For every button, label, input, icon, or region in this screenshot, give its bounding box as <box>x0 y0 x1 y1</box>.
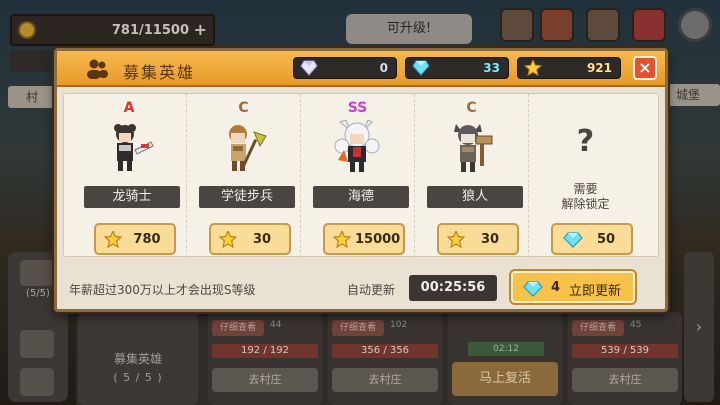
star-counter: 921 <box>517 57 621 79</box>
revive-timer: 02:12 <box>468 342 544 356</box>
recruit-card-count: ( 5 / 5 ) <box>113 371 163 384</box>
star-icon <box>219 231 237 248</box>
star-icon <box>333 231 351 248</box>
village-sign-left: 村 <box>8 86 56 108</box>
auto-refresh-label: 自动更新 <box>347 283 396 297</box>
recruit-hero-card[interactable]: 募集英雄 ( 5 / 5 ) <box>78 312 198 405</box>
hero-card[interactable]: C 学徒步兵 30 <box>186 94 300 258</box>
recruit-cost: 780 <box>133 232 161 247</box>
detail-button[interactable]: 仔细查看 <box>572 320 624 336</box>
recruit-button[interactable]: 780 <box>94 223 176 255</box>
hero-card[interactable]: C 狼人 30 <box>414 94 528 258</box>
hero-grade: SS <box>347 100 368 116</box>
recruit-hero-dialog: 募集英雄 0 33 921 × A 龙骑士 780 C 学徒步兵 30 SS 海… <box>54 48 668 312</box>
star-value: 921 <box>586 61 612 75</box>
go-village-button[interactable]: 去村庄 <box>332 368 438 392</box>
recruit-button[interactable]: 30 <box>437 223 519 255</box>
coin-icon <box>18 21 36 39</box>
hero-card[interactable]: A 龙骑士 780 <box>72 94 186 258</box>
inn-icon[interactable] <box>632 8 666 42</box>
recruit-button[interactable]: 30 <box>209 223 291 255</box>
inventory-icon[interactable] <box>20 330 54 358</box>
revive-now-button[interactable]: 马上复活 <box>452 362 558 396</box>
recruit-cost: 15000 <box>355 232 401 247</box>
hyde-sprite <box>334 120 380 172</box>
dialog-header: 募集英雄 0 33 921 × <box>57 51 665 87</box>
attack-stat: 45 <box>630 320 642 330</box>
hero-name: 狼人 <box>427 186 523 208</box>
party-icon[interactable] <box>20 260 54 286</box>
refresh-label: 立即更新 <box>569 284 622 299</box>
gem-icon <box>563 232 583 248</box>
recruit-cost: 30 <box>252 232 272 247</box>
hero-card[interactable]: SS 海德 15000 <box>300 94 414 258</box>
hero-list: A 龙骑士 780 C 学徒步兵 30 SS 海德 15000 C 狼人 30 … <box>63 93 659 258</box>
apprentice-infantry-sprite <box>229 125 267 171</box>
detail-button[interactable]: 仔细查看 <box>212 320 264 336</box>
star-icon <box>447 231 465 248</box>
dialog-title: 募集英雄 <box>123 63 196 82</box>
scroll-right-arrow-icon[interactable]: › <box>684 252 714 402</box>
map-icon[interactable] <box>540 8 574 42</box>
unlock-text-line2: 解除锁定 <box>561 197 610 211</box>
diamond-counter: 0 <box>293 57 397 79</box>
hero-slot-3: 仔细查看 45 539 / 539 去村庄 <box>568 312 682 405</box>
hp-bar: 356 / 356 <box>332 344 438 358</box>
wolf-icon[interactable] <box>586 8 620 42</box>
hp-bar: 539 / 539 <box>572 344 678 358</box>
star-icon <box>524 60 542 76</box>
gem-icon <box>523 281 543 297</box>
gem-counter-bg <box>10 50 50 72</box>
auto-refresh-timer: 00:25:56 <box>409 275 497 301</box>
unlock-button[interactable]: 50 <box>551 223 633 255</box>
forge-icon[interactable] <box>500 8 534 42</box>
detail-button[interactable]: 仔细查看 <box>332 320 384 336</box>
werewolf-sprite <box>454 124 493 172</box>
star-icon <box>104 231 122 248</box>
unlock-text: 需要 解除锁定 <box>529 182 642 212</box>
gold-counter: 781/11500 + <box>10 14 215 46</box>
lock-icon[interactable] <box>20 368 54 396</box>
attack-stat: 44 <box>270 320 282 330</box>
close-button[interactable]: × <box>633 56 657 80</box>
hero-name: 学徒步兵 <box>199 186 295 208</box>
hp-bar: 192 / 192 <box>212 344 318 358</box>
refresh-now-button[interactable]: 4 立即更新 <box>511 271 635 303</box>
unlock-cost: 50 <box>596 232 616 247</box>
dragon-knight-sprite <box>114 124 154 171</box>
hero-name: 海德 <box>313 186 409 208</box>
locked-hero-slot: ? 需要 解除锁定 50 <box>528 94 642 258</box>
hero-slot-2: 仔细查看 102 356 / 356 去村庄 <box>328 312 442 405</box>
hero-grade: C <box>466 100 477 116</box>
add-gold-icon[interactable]: + <box>194 20 207 39</box>
recruit-card-title: 募集英雄 <box>113 352 162 366</box>
gem-value: 33 <box>483 61 500 75</box>
diamond-value: 0 <box>379 61 388 75</box>
hero-grade: C <box>238 100 249 116</box>
gem-counter: 33 <box>405 57 509 79</box>
gem-icon <box>412 60 430 76</box>
question-mark-icon: ? <box>576 124 595 159</box>
gold-value: 781/11500 <box>111 23 189 38</box>
unlock-text-line1: 需要 <box>573 182 598 196</box>
revive-slot: 02:12 马上复活 <box>448 312 562 405</box>
people-icon <box>87 59 108 79</box>
hero-grade: A <box>123 100 135 116</box>
go-village-button[interactable]: 去村庄 <box>212 368 318 392</box>
hero-name: 龙骑士 <box>84 186 180 208</box>
settings-gear-icon[interactable] <box>678 8 712 42</box>
refresh-cost: 4 <box>551 280 561 295</box>
recruit-cost: 30 <box>480 232 500 247</box>
attack-stat: 102 <box>390 320 408 330</box>
diamond-icon <box>300 60 318 76</box>
recruit-button[interactable]: 15000 <box>323 223 405 255</box>
go-village-button[interactable]: 去村庄 <box>572 368 678 392</box>
upgrade-tip: 可升级! <box>346 14 472 44</box>
hero-slot-1: 仔细查看 44 192 / 192 去村庄 <box>208 312 322 405</box>
grade-note: 年薪超过300万以上才会出现S等级 <box>69 283 256 297</box>
